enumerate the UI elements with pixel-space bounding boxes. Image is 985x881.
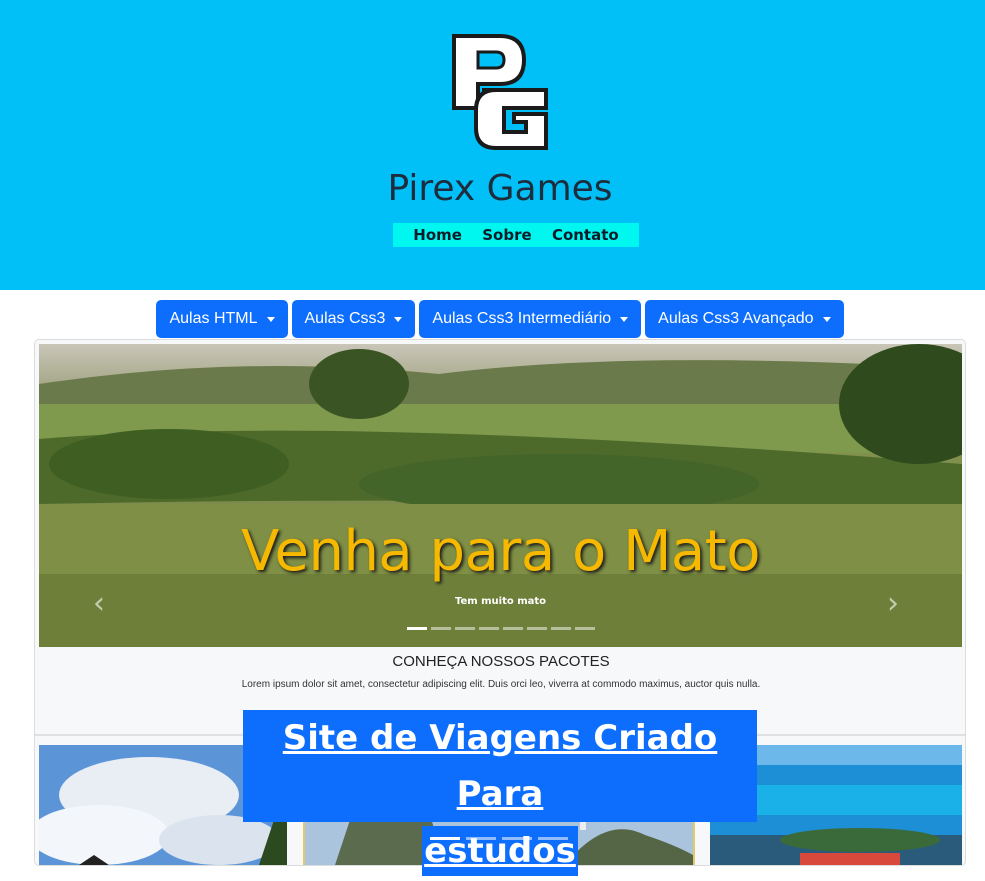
site-header: Pirex Games Home Sobre Contato bbox=[0, 0, 985, 290]
dropdown-aulas-css3-intermediario[interactable]: Aulas Css3 Intermediário bbox=[419, 300, 642, 338]
dropdown-label: Aulas Css3 Intermediário bbox=[432, 310, 612, 327]
course-dropdowns: Aulas HTML Aulas Css3 Aulas Css3 Interme… bbox=[0, 300, 985, 338]
packages-title: CONHEÇA NOSSOS PACOTES bbox=[392, 653, 610, 670]
banner-heading: Site de Viagens Criado Para estudos bbox=[243, 710, 757, 876]
carousel-indicator[interactable] bbox=[527, 627, 547, 630]
carousel-indicator[interactable] bbox=[431, 627, 451, 630]
packages-text: Lorem ipsum dolor sit amet, consectetur … bbox=[241, 679, 761, 690]
carousel-indicator[interactable] bbox=[479, 627, 499, 630]
banner-link-line1[interactable]: Site de Viagens Criado Para bbox=[243, 710, 757, 822]
gallery-indicator[interactable] bbox=[538, 837, 568, 840]
gallery-indicator[interactable] bbox=[466, 837, 496, 840]
banner-link-line2[interactable]: estudos bbox=[422, 826, 578, 876]
gallery-indicator[interactable] bbox=[502, 837, 532, 840]
caret-down-icon bbox=[266, 316, 275, 322]
dropdown-aulas-css3-avancado[interactable]: Aulas Css3 Avançado bbox=[645, 300, 844, 338]
gallery-indicator[interactable] bbox=[430, 837, 460, 840]
chevron-left-icon[interactable]: ‹ bbox=[93, 589, 105, 619]
nav-home-link[interactable]: Home bbox=[413, 226, 462, 244]
chevron-right-icon[interactable]: › bbox=[887, 589, 899, 619]
hero-subcaption: Tem muito mato bbox=[454, 596, 547, 607]
carousel-indicator[interactable] bbox=[407, 627, 427, 630]
carousel-indicator[interactable] bbox=[575, 627, 595, 630]
carousel-indicator[interactable] bbox=[503, 627, 523, 630]
nav-sobre-link[interactable]: Sobre bbox=[482, 226, 531, 244]
dropdown-label: Aulas HTML bbox=[169, 310, 258, 327]
dropdown-aulas-css3[interactable]: Aulas Css3 bbox=[291, 300, 416, 338]
carousel-indicators bbox=[407, 627, 595, 630]
caret-down-icon bbox=[822, 316, 831, 322]
hero-caption: Venha para o Mato bbox=[241, 519, 760, 584]
nav-contato-link[interactable]: Contato bbox=[552, 226, 619, 244]
carousel-indicator[interactable] bbox=[551, 627, 571, 630]
caret-down-icon bbox=[620, 316, 629, 322]
hero-carousel: Venha para o Mato Tem muito mato ‹ › bbox=[39, 344, 962, 647]
carousel-indicator[interactable] bbox=[455, 627, 475, 630]
dropdown-label: Aulas Css3 Avançado bbox=[658, 310, 814, 327]
site-title: Pirex Games bbox=[387, 168, 613, 209]
dropdown-label: Aulas Css3 bbox=[304, 310, 386, 327]
top-nav: Home Sobre Contato bbox=[393, 223, 639, 247]
gallery-indicators bbox=[430, 837, 568, 840]
dropdown-aulas-html[interactable]: Aulas HTML bbox=[156, 300, 288, 338]
pirex-games-logo[interactable] bbox=[448, 30, 552, 154]
caret-down-icon bbox=[394, 316, 403, 322]
